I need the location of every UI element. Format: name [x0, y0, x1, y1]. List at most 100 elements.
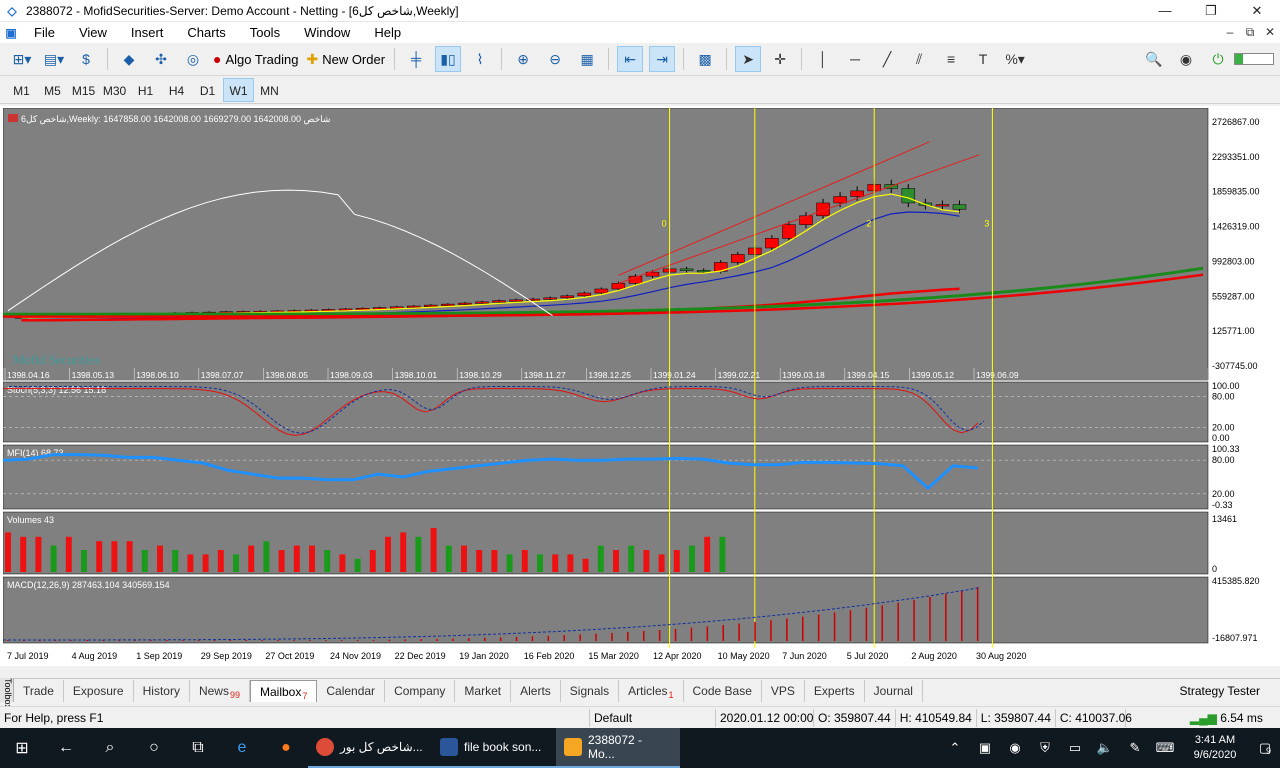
child-restore-button[interactable]: ⧉ — [1240, 25, 1260, 40]
tab-vps[interactable]: VPS — [762, 680, 805, 702]
menu-window[interactable]: Window — [292, 22, 362, 43]
taskbar-word-app[interactable]: file book son... — [432, 728, 556, 768]
text-icon[interactable]: T — [970, 46, 996, 72]
cursor-icon[interactable]: ➤ — [735, 46, 762, 72]
strategy-tester-button[interactable]: Strategy Tester — [1180, 680, 1280, 702]
volume-bar — [430, 528, 437, 572]
tray-pen-icon[interactable]: ✎ — [1120, 740, 1150, 756]
tab-company[interactable]: Company — [385, 680, 456, 702]
time-axis-label: 15 Mar 2020 — [588, 651, 639, 661]
tab-alerts[interactable]: Alerts — [511, 680, 561, 702]
line-chart-icon[interactable]: ⌇ — [467, 46, 493, 72]
windows-start-icon[interactable]: ⊞ — [0, 728, 44, 768]
bar-chart-icon[interactable]: ╪ — [403, 46, 429, 72]
mfi-axis-label: -0.33 — [1212, 500, 1233, 510]
tab-trade[interactable]: Trade — [14, 680, 64, 702]
tab-articles[interactable]: Articles1 — [619, 680, 684, 702]
account-icon[interactable]: ◉ — [1173, 46, 1199, 72]
tab-news[interactable]: News99 — [190, 680, 250, 702]
tab-mailbox[interactable]: Mailbox7 — [249, 680, 318, 702]
tray-network-icon[interactable]: ▭ — [1060, 740, 1090, 756]
tab-code-base[interactable]: Code Base — [684, 680, 762, 702]
timeframe-m30[interactable]: M30 — [99, 78, 130, 102]
algo-trading-button[interactable]: ● Algo Trading — [212, 46, 299, 72]
timeframe-h1[interactable]: H1 — [130, 78, 161, 102]
zoom-out-icon[interactable]: ⊖ — [542, 46, 568, 72]
volume-bar — [111, 541, 118, 572]
close-button[interactable]: ✕ — [1234, 0, 1280, 22]
tab-experts[interactable]: Experts — [805, 680, 865, 702]
data-window-icon[interactable]: ◆ — [116, 46, 142, 72]
notifications-icon[interactable]: ▢ 9 — [1250, 740, 1280, 756]
cortana-icon[interactable]: ○ — [132, 728, 176, 768]
crosshair-icon[interactable]: ✛ — [767, 46, 793, 72]
menu-charts[interactable]: Charts — [175, 22, 237, 43]
tray-app-icon[interactable]: ▣ — [970, 740, 1000, 756]
trendline-icon[interactable]: ╱ — [874, 46, 900, 72]
tab-signals[interactable]: Signals — [561, 680, 620, 702]
navigator-icon[interactable]: ✣ — [148, 46, 174, 72]
chart-window[interactable]: 2726867.00 2293351.00 1859835.00 1426319.00… — [0, 106, 1280, 666]
child-close-button[interactable]: ✕ — [1260, 25, 1280, 40]
equidistant-channel-icon[interactable]: ⫽ — [906, 46, 932, 72]
zoom-in-icon[interactable]: ⊕ — [510, 46, 536, 72]
macd-bar — [531, 636, 534, 641]
market-watch-icon[interactable]: $ — [73, 46, 99, 72]
chart-window-icon[interactable]: ▣ — [0, 26, 22, 40]
tray-chevron-icon[interactable]: ⌃ — [940, 740, 970, 756]
tile-windows-icon[interactable]: ▦ — [574, 46, 600, 72]
menu-help[interactable]: Help — [362, 22, 413, 43]
search-icon[interactable]: 🔍 — [1141, 46, 1167, 72]
auto-scroll-icon[interactable]: ⇤ — [617, 46, 644, 72]
edge-icon[interactable]: e — [220, 728, 264, 768]
tab-exposure[interactable]: Exposure — [64, 680, 134, 702]
timeframe-w1[interactable]: W1 — [223, 77, 254, 102]
taskbar-chrome-app[interactable]: شاخص کل بور... — [308, 728, 432, 768]
macd-bar — [293, 640, 295, 641]
vertical-line-icon[interactable]: │ — [810, 46, 836, 72]
tray-volume-icon[interactable]: 🔈 — [1090, 740, 1120, 756]
profiles-icon[interactable]: ▤▾ — [41, 46, 67, 72]
timeframe-m5[interactable]: M5 — [37, 78, 68, 102]
search-icon[interactable]: ⌕ — [88, 728, 132, 768]
tray-keyboard-icon[interactable]: ⌨ — [1150, 740, 1180, 756]
menu-file[interactable]: File — [22, 22, 67, 43]
tab-market[interactable]: Market — [455, 680, 512, 702]
timeframe-m15[interactable]: M15 — [68, 78, 99, 102]
minimize-button[interactable]: — — [1142, 0, 1188, 22]
vol-panel — [3, 511, 1209, 575]
timeframe-h4[interactable]: H4 — [161, 78, 192, 102]
shapes-icon[interactable]: %▾ — [1002, 46, 1028, 72]
timeframe-mn[interactable]: MN — [254, 78, 285, 102]
taskbar-clock[interactable]: 3:41 AM 9/6/2020 — [1180, 733, 1250, 763]
task-view-icon[interactable]: ⧉ — [176, 728, 220, 768]
new-order-button[interactable]: ✚ New Order — [305, 46, 386, 72]
horizontal-line-icon[interactable]: ─ — [842, 46, 868, 72]
menu-view[interactable]: View — [67, 22, 119, 43]
taskbar-mt5-app[interactable]: 2388072 - Mo... — [556, 728, 680, 768]
candlestick-chart-icon[interactable]: ▮▯ — [435, 46, 462, 72]
chart-shift-icon[interactable]: ⇥ — [649, 46, 676, 72]
templates-icon[interactable]: ▩ — [692, 46, 718, 72]
tab-journal[interactable]: Journal — [865, 680, 923, 702]
signals-icon[interactable]: ◎ — [180, 46, 206, 72]
timeframe-d1[interactable]: D1 — [192, 78, 223, 102]
tab-calendar[interactable]: Calendar — [317, 680, 386, 702]
price-chart[interactable]: 2726867.00 2293351.00 1859835.00 1426319.00… — [3, 108, 1277, 664]
tray-globe-icon[interactable]: ◉ — [1000, 740, 1030, 756]
tab-history[interactable]: History — [134, 680, 190, 702]
child-minimize-button[interactable]: – — [1220, 25, 1240, 40]
firefox-icon[interactable]: ● — [264, 728, 308, 768]
back-icon[interactable]: ← — [44, 728, 88, 768]
maximize-button[interactable]: ❐ — [1188, 0, 1234, 22]
menu-tools[interactable]: Tools — [238, 22, 292, 43]
fibonacci-icon[interactable]: ≡ — [938, 46, 964, 72]
level-icon[interactable]: ⏻ — [1205, 46, 1231, 72]
new-chart-icon[interactable]: ⊞▾ — [9, 46, 35, 72]
toolbox-toggle[interactable]: Toolbox — [0, 678, 14, 709]
mfi-axis-label: 80.00 — [1212, 455, 1235, 465]
menu-insert[interactable]: Insert — [119, 22, 176, 43]
mt5-logo-icon: ◇ — [7, 3, 17, 18]
timeframe-m1[interactable]: M1 — [6, 78, 37, 102]
tray-shield-icon[interactable]: ⛨ — [1030, 740, 1060, 756]
